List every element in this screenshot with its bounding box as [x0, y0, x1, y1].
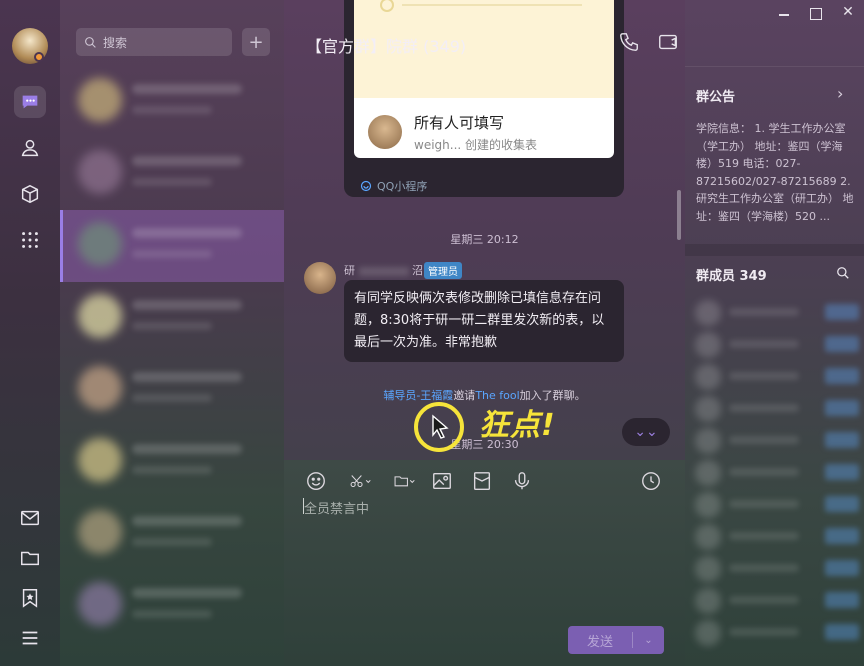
list-item[interactable] [60, 138, 284, 210]
list-item[interactable] [60, 570, 284, 642]
conversation-list: 搜索 + [60, 0, 284, 666]
chat-title[interactable]: 【官方群】院群 (349) [306, 33, 466, 57]
plus-icon: + [248, 31, 264, 53]
member-row[interactable] [695, 362, 859, 390]
member-row[interactable] [695, 330, 859, 358]
list-item[interactable] [60, 354, 284, 426]
chat-panel: 所有人可填写 weigh... 创建的收集表 QQ小程序 星期三 20:12 研… [284, 0, 685, 460]
notice-body[interactable]: 学院信息： 1. 学生工作办公室（学工办） 地址：鉴四（学海楼）519 电话：0… [696, 120, 856, 225]
contacts-nav-button[interactable] [14, 132, 46, 164]
favorites-nav-button[interactable] [14, 582, 46, 614]
sender-avatar[interactable] [304, 262, 336, 294]
search-box[interactable]: 搜索 [76, 28, 232, 56]
scrollbar[interactable] [677, 190, 681, 240]
emoji-icon [307, 472, 325, 490]
member-row[interactable] [695, 490, 859, 518]
space-nav-button[interactable] [14, 178, 46, 210]
envelope-icon [473, 472, 491, 490]
mail-icon [21, 510, 39, 526]
close-button[interactable]: ✕ [840, 4, 856, 20]
folder-icon [394, 476, 415, 487]
cursor-icon [432, 414, 449, 439]
chevron-right-icon[interactable]: › [837, 84, 843, 103]
list-item-active[interactable] [60, 210, 284, 282]
list-item[interactable] [60, 498, 284, 570]
apps-grid-icon [22, 232, 38, 248]
list-item[interactable] [60, 282, 284, 354]
member-search-button[interactable] [836, 266, 850, 280]
folder-icon [21, 551, 39, 566]
chat-nav-button[interactable] [14, 86, 46, 118]
create-button[interactable]: + [242, 28, 270, 56]
phone-icon [620, 33, 638, 51]
microphone-icon [514, 472, 530, 490]
file-button[interactable] [386, 468, 422, 494]
input-panel: 全员禁言中 发送 ⌄ [284, 460, 685, 666]
search-icon [85, 36, 96, 48]
chat-icon [22, 95, 38, 109]
scissors-icon [350, 475, 371, 488]
member-row[interactable] [695, 458, 859, 486]
mini-program-icon [360, 180, 372, 192]
members-title: 群成员 349 [696, 269, 767, 284]
contacts-icon [21, 139, 39, 157]
history-button[interactable] [638, 468, 664, 494]
invite-verb: 邀请 [453, 389, 476, 402]
list-item[interactable] [60, 66, 284, 138]
member-row[interactable] [695, 298, 859, 326]
send-label: 发送 [586, 634, 613, 650]
scroll-to-bottom-button[interactable]: ⌄⌄ [622, 418, 670, 446]
member-row[interactable] [695, 522, 859, 550]
member-row[interactable] [695, 586, 859, 614]
files-nav-button[interactable] [14, 542, 46, 574]
sender-name[interactable]: 研 沼 [344, 262, 423, 278]
video-call-button[interactable] [656, 30, 680, 54]
minimize-button[interactable] [776, 8, 792, 20]
double-chevron-down-icon: ⌄⌄ [634, 424, 658, 440]
status-dot [34, 52, 44, 62]
clock-icon [642, 472, 660, 490]
member-row[interactable] [695, 554, 859, 582]
card-avatar [368, 115, 402, 149]
left-rail [0, 0, 60, 666]
inviter-link[interactable]: 辅导员-王福霞 [383, 389, 453, 402]
admin-badge: 管理员 [424, 262, 462, 279]
mute-notice: 全员禁言中 [304, 502, 370, 517]
member-row[interactable] [695, 618, 859, 646]
maximize-button[interactable] [810, 8, 822, 20]
sender-name-prefix: 研 [344, 264, 355, 277]
main-menu-button[interactable] [14, 622, 46, 654]
screenshot-button[interactable] [342, 468, 378, 494]
card-title: 所有人可填写 [414, 114, 505, 132]
group-info-panel: ✕ 群公告 › 学院信息： 1. 学生工作办公室（学工办） 地址：鉴四（学海楼）… [685, 0, 864, 666]
member-row[interactable] [695, 426, 859, 454]
sender-name-suffix: 沼 [412, 264, 423, 277]
notice-title[interactable]: 群公告 [696, 86, 735, 105]
member-row[interactable] [695, 394, 859, 422]
search-placeholder: 搜索 [103, 35, 128, 50]
chevron-down-icon[interactable]: ⌄ [633, 635, 664, 646]
card-subtitle: weigh... 创建的收集表 [414, 138, 538, 152]
image-icon [433, 472, 451, 490]
voice-call-button[interactable] [617, 30, 641, 54]
send-button[interactable]: 发送 ⌄ [568, 626, 664, 654]
list-item[interactable] [60, 426, 284, 498]
video-icon [659, 34, 677, 50]
card-source-label: QQ小程序 [377, 180, 428, 193]
menu-icon [22, 631, 38, 645]
apps-nav-button[interactable] [14, 224, 46, 256]
red-packet-button[interactable] [469, 468, 495, 494]
voice-button[interactable] [509, 468, 535, 494]
cube-icon [21, 184, 39, 204]
overlay-caption: 狂点! [479, 408, 556, 443]
search-icon [837, 267, 849, 279]
timestamp: 星期三 20:12 [450, 233, 519, 246]
card-source: QQ小程序 [360, 178, 427, 194]
bookmark-star-icon [22, 589, 38, 608]
image-button[interactable] [429, 468, 455, 494]
message-bubble[interactable]: 有同学反映俩次表修改删除已填信息存在问题，8:30将于研一研二群里发次新的表，以… [344, 280, 624, 362]
emoji-button[interactable] [303, 468, 329, 494]
mail-nav-button[interactable] [14, 502, 46, 534]
